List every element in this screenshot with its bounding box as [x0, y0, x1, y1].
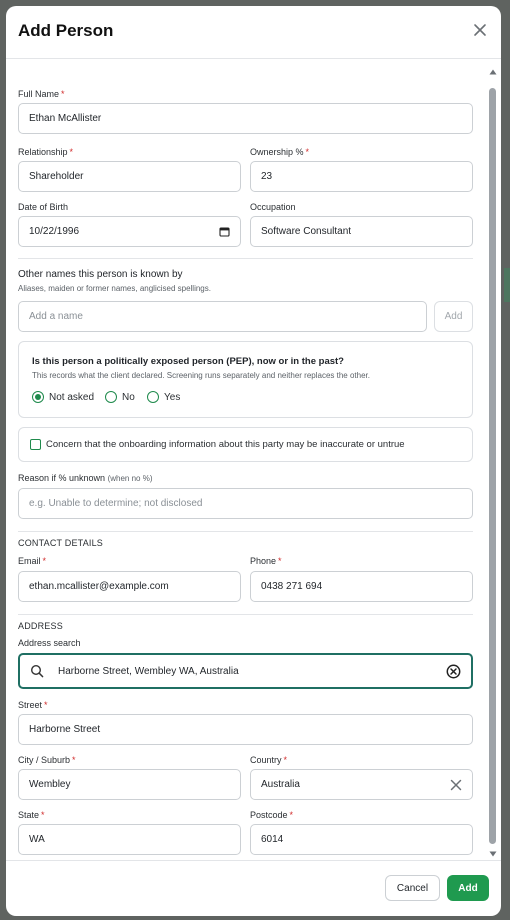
- modal-footer: Cancel Add: [6, 860, 501, 916]
- reason-input[interactable]: e.g. Unable to determine; not disclosed: [18, 488, 473, 519]
- relationship-select[interactable]: Shareholder: [18, 161, 241, 192]
- aliases-title: Other names this person is known by: [18, 269, 183, 280]
- dob-input[interactable]: 10/22/1996: [18, 216, 241, 247]
- occupation-label: Occupation: [250, 202, 296, 212]
- concern-card[interactable]: Concern that the onboarding information …: [18, 427, 473, 462]
- divider: [18, 258, 473, 259]
- city-input[interactable]: Wembley: [18, 769, 241, 800]
- phone-label: Phone *: [250, 556, 282, 566]
- close-button[interactable]: [471, 21, 489, 39]
- postcode-label: Postcode *: [250, 810, 294, 820]
- pep-option-not-asked[interactable]: Not asked: [32, 391, 94, 403]
- pep-hint: This records what the client declared. S…: [32, 371, 370, 380]
- full-name-label: Full Name *: [18, 89, 65, 99]
- reason-label-suffix: (when no %): [107, 474, 153, 483]
- radio-icon: [105, 391, 117, 403]
- clear-circle-icon[interactable]: [446, 664, 461, 679]
- relationship-label: Relationship *: [18, 147, 74, 157]
- alias-input[interactable]: Add a name: [18, 301, 427, 332]
- radio-icon: [147, 391, 159, 403]
- pep-option-no[interactable]: No: [105, 391, 135, 403]
- email-label: Email *: [18, 556, 47, 566]
- reason-label: Reason if % unknown (when no %): [18, 473, 153, 483]
- pep-option-yes[interactable]: Yes: [147, 391, 180, 403]
- phone-input[interactable]: 0438 271 694: [250, 571, 473, 602]
- full-name-input[interactable]: Ethan McAllister: [18, 103, 473, 134]
- email-input[interactable]: ethan.mcallister@example.com: [18, 571, 241, 602]
- divider: [18, 614, 473, 615]
- occupation-input[interactable]: Software Consultant: [250, 216, 473, 247]
- modal-body: Full Name * Ethan McAllister Relationship…: [6, 60, 501, 860]
- pep-question: Is this person a politically exposed per…: [32, 356, 344, 367]
- add-alias-button[interactable]: Add: [434, 301, 473, 332]
- divider: [18, 531, 473, 532]
- concern-label: Concern that the onboarding information …: [46, 439, 405, 450]
- address-search-input[interactable]: Harborne Street, Wembley WA, Australia: [18, 653, 473, 689]
- close-icon: [474, 24, 486, 36]
- address-search-value: Harborne Street, Wembley WA, Australia: [58, 665, 239, 677]
- backdrop-accent: [504, 268, 510, 302]
- pep-option-label: Yes: [164, 391, 181, 403]
- search-icon: [30, 664, 44, 678]
- calendar-icon[interactable]: [219, 226, 230, 237]
- state-label: State *: [18, 810, 45, 820]
- add-button[interactable]: Add: [447, 875, 489, 901]
- add-person-modal: Add Person Full Name * Ethan McAllister R…: [6, 6, 501, 916]
- cancel-button[interactable]: Cancel: [385, 875, 440, 901]
- dob-value: 10/22/1996: [29, 226, 80, 237]
- concern-checkbox[interactable]: [30, 439, 41, 450]
- contact-heading: CONTACT DETAILS: [18, 538, 104, 548]
- address-heading: ADDRESS: [18, 621, 63, 631]
- scroll-up-icon[interactable]: [489, 68, 497, 76]
- clear-x-icon[interactable]: [450, 779, 462, 791]
- dob-label: Date of Birth: [18, 202, 69, 212]
- pep-option-label: No: [122, 391, 135, 403]
- street-label: Street *: [18, 700, 48, 710]
- pep-option-label: Not asked: [49, 391, 95, 403]
- address-search-label: Address search: [18, 638, 81, 648]
- country-value: Australia: [261, 779, 300, 790]
- scrollbar[interactable]: [489, 68, 497, 858]
- ownership-input[interactable]: 23: [250, 161, 473, 192]
- aliases-hint: Aliases, maiden or former names, anglici…: [18, 284, 211, 293]
- city-label: City / Suburb *: [18, 755, 76, 765]
- postcode-input[interactable]: 6014: [250, 824, 473, 855]
- country-label: Country *: [250, 755, 288, 765]
- reason-label-text: Reason if % unknown: [18, 473, 106, 483]
- country-select[interactable]: Australia: [250, 769, 473, 800]
- modal-header: Add Person: [6, 6, 501, 59]
- scroll-down-icon[interactable]: [489, 850, 497, 858]
- street-input[interactable]: Harborne Street: [18, 714, 473, 745]
- scrollbar-thumb[interactable]: [489, 88, 496, 844]
- ownership-label: Ownership % *: [250, 147, 310, 157]
- pep-card: Is this person a politically exposed per…: [18, 341, 473, 418]
- radio-selected-icon: [32, 391, 44, 403]
- state-input[interactable]: WA: [18, 824, 241, 855]
- modal-title: Add Person: [18, 21, 114, 40]
